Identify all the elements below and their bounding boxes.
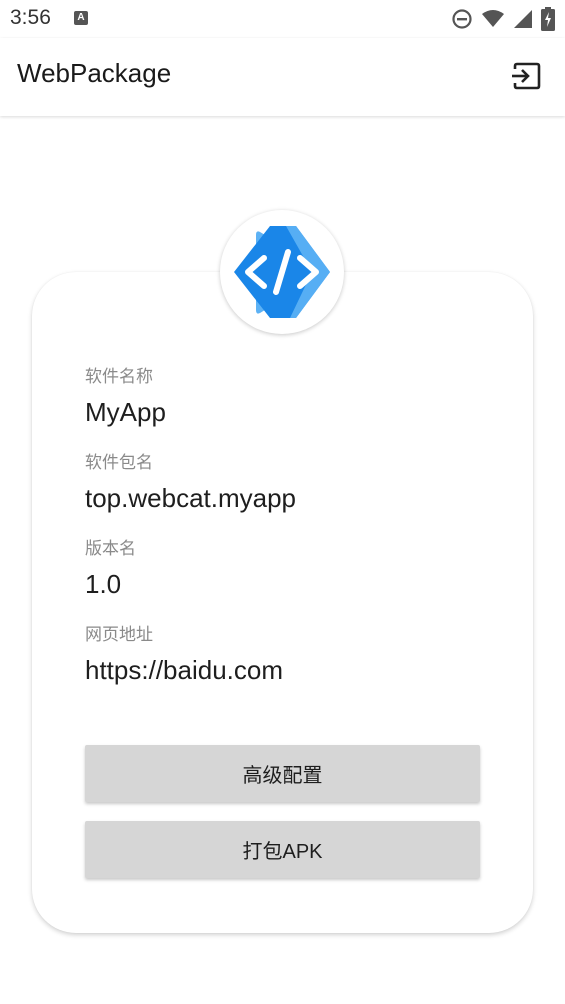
a-letter-icon: A bbox=[74, 11, 88, 25]
status-bar: 3:56 A bbox=[0, 0, 565, 38]
field-web-url: 网页地址 https://baidu.com bbox=[85, 624, 283, 686]
field-version-name: 版本名 1.0 bbox=[85, 538, 136, 600]
field-value[interactable]: top.webcat.myapp bbox=[85, 482, 296, 514]
battery-charging-icon bbox=[541, 7, 555, 31]
cast-icon bbox=[512, 62, 541, 90]
cast-button[interactable] bbox=[509, 59, 543, 93]
field-label: 软件包名 bbox=[85, 453, 153, 472]
field-label: 版本名 bbox=[85, 539, 136, 558]
package-apk-button[interactable]: 打包APK bbox=[85, 821, 480, 878]
signal-icon bbox=[514, 10, 532, 28]
field-label: 软件名称 bbox=[85, 367, 153, 386]
screen: 3:56 A WebPackage 软件名称 MyApp 软件包名 top.we… bbox=[0, 0, 565, 1004]
field-value[interactable]: 1.0 bbox=[85, 568, 136, 600]
status-icons bbox=[451, 7, 555, 31]
field-app-name: 软件名称 MyApp bbox=[85, 366, 166, 428]
status-time: 3:56 bbox=[10, 6, 51, 29]
field-value[interactable]: MyApp bbox=[85, 396, 166, 428]
app-logo bbox=[220, 210, 344, 334]
field-value[interactable]: https://baidu.com bbox=[85, 654, 283, 686]
field-package-name: 软件包名 top.webcat.myapp bbox=[85, 452, 296, 514]
do-not-disturb-icon bbox=[452, 9, 472, 29]
advanced-config-button[interactable]: 高级配置 bbox=[85, 745, 480, 802]
app-title: WebPackage bbox=[17, 58, 172, 88]
app-bar: WebPackage bbox=[0, 38, 565, 116]
code-brackets-logo bbox=[234, 226, 330, 318]
wifi-icon bbox=[482, 10, 504, 27]
field-label: 网页地址 bbox=[85, 625, 153, 644]
